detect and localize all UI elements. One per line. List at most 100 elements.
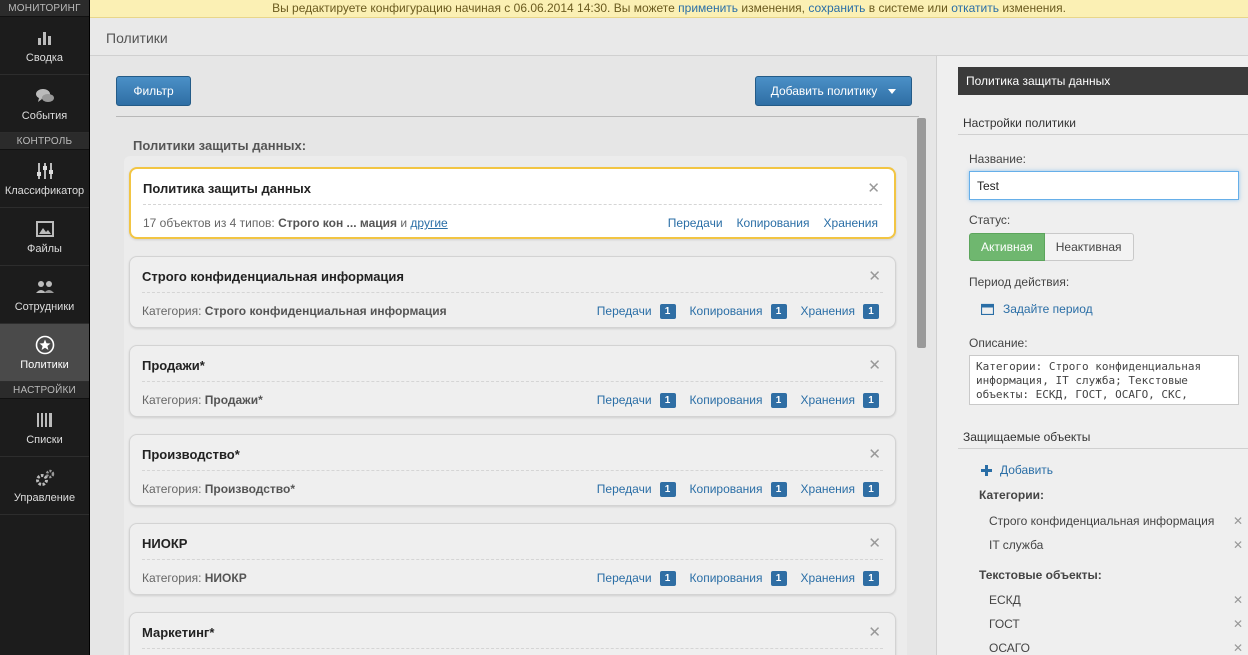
users-icon (35, 277, 55, 297)
name-label: Название: (969, 152, 1026, 166)
text-objects-group-title: Текстовые объекты: (979, 568, 1102, 582)
caret-down-icon (888, 88, 897, 94)
remove-icon[interactable]: ✕ (1233, 641, 1243, 655)
close-icon[interactable]: ✕ (867, 179, 880, 197)
policy-card[interactable]: Маркетинг* ✕ (129, 612, 896, 655)
add-object-button[interactable]: Добавить (981, 463, 1053, 477)
object-label: Строго конфиденциальная информация (989, 514, 1215, 528)
storage-link[interactable]: Хранения (801, 393, 855, 408)
object-item: ОСАГО ✕ (989, 641, 1243, 655)
sidebar-item-classifier[interactable]: Классификатор (0, 150, 89, 208)
sidebar-item-files[interactable]: Файлы (0, 208, 89, 266)
transfers-link[interactable]: Передачи (597, 482, 652, 497)
policy-card[interactable]: Политика защиты данных ✕ 17 объектов из … (129, 167, 896, 239)
status-active-button[interactable]: Активная (969, 233, 1045, 261)
others-link[interactable]: другие (410, 216, 447, 230)
divider (116, 116, 919, 117)
sidebar-item-events[interactable]: События (0, 75, 89, 133)
policy-category: Категория: Строго конфиденциальная инфор… (142, 304, 447, 318)
close-icon[interactable]: ✕ (868, 267, 881, 285)
close-icon[interactable]: ✕ (868, 356, 881, 374)
transfers-link[interactable]: Передачи (668, 216, 723, 230)
scrollbar[interactable] (917, 118, 926, 348)
transfers-link[interactable]: Передачи (597, 304, 652, 319)
filter-button[interactable]: Фильтр (116, 76, 191, 106)
divider (142, 648, 883, 649)
sidebar-item-policies[interactable]: Политики (0, 324, 89, 382)
image-file-icon (35, 219, 55, 239)
apply-changes-link[interactable]: применить (678, 1, 738, 15)
set-period-link[interactable]: Задайте период (981, 302, 1093, 316)
policies-list-title: Политики защиты данных: (133, 138, 307, 153)
close-icon[interactable]: ✕ (868, 445, 881, 463)
remove-icon[interactable]: ✕ (1233, 538, 1243, 552)
banner-text: изменения. (998, 1, 1066, 15)
storage-link[interactable]: Хранения (801, 482, 855, 497)
object-item: ГОСТ ✕ (989, 617, 1243, 631)
sidebar: МОНИТОРИНГ Сводка События КОНТРОЛЬ Класс… (0, 0, 90, 655)
sidebar-item-management[interactable]: Управление (0, 457, 89, 515)
storage-link[interactable]: Хранения (801, 304, 855, 319)
copies-link[interactable]: Копирования (690, 393, 763, 408)
summary-text: и (397, 216, 411, 230)
sidebar-item-label: Сотрудники (14, 300, 75, 313)
page-header: Политики (90, 18, 1248, 56)
policy-rule-links: Передачи 1 Копирования 1 Хранения 1 (597, 571, 879, 586)
close-icon[interactable]: ✕ (868, 623, 881, 641)
rollback-changes-link[interactable]: откатить (951, 1, 999, 15)
count-badge: 1 (770, 482, 787, 497)
categories-group-title: Категории: (979, 488, 1044, 502)
sidebar-item-lists[interactable]: Списки (0, 399, 89, 457)
storage-link[interactable]: Хранения (801, 571, 855, 586)
storage-link[interactable]: Хранения (824, 216, 878, 230)
sidebar-item-employees[interactable]: Сотрудники (0, 266, 89, 324)
sidebar-item-label: Политики (20, 358, 69, 371)
remove-icon[interactable]: ✕ (1233, 617, 1243, 631)
transfers-link[interactable]: Передачи (597, 393, 652, 408)
policy-name-input[interactable] (969, 171, 1239, 200)
save-changes-link[interactable]: сохранить (808, 1, 865, 15)
policy-card[interactable]: Продажи* ✕ Категория: Продажи* Передачи 1… (129, 345, 896, 417)
copies-link[interactable]: Копирования (690, 571, 763, 586)
copies-link[interactable]: Копирования (737, 216, 810, 230)
lists-icon (35, 410, 55, 430)
summary-text: 17 объектов из 4 типов: (143, 216, 279, 230)
category-label: Категория: (142, 393, 205, 407)
remove-icon[interactable]: ✕ (1233, 593, 1243, 607)
chat-bubbles-icon (35, 86, 55, 106)
policy-category: Категория: Производство* (142, 482, 295, 496)
count-badge: 1 (863, 571, 879, 586)
policies-main: Фильтр Добавить политику Политики защиты… (90, 56, 936, 655)
description-label: Описание: (969, 336, 1028, 350)
remove-icon[interactable]: ✕ (1233, 514, 1243, 528)
copies-link[interactable]: Копирования (690, 304, 763, 319)
copies-link[interactable]: Копирования (690, 482, 763, 497)
policy-card[interactable]: Строго конфиденциальная информация ✕ Кат… (129, 256, 896, 328)
status-inactive-button[interactable]: Неактивная (1044, 233, 1134, 261)
sidebar-item-label: Сводка (25, 51, 64, 64)
close-icon[interactable]: ✕ (868, 534, 881, 552)
count-badge: 1 (770, 304, 787, 319)
summary-categories: Строго кон ... мация (278, 216, 398, 230)
description-textarea[interactable]: Категории: Строго конфиденциальная инфор… (969, 355, 1239, 405)
calendar-icon (981, 303, 994, 315)
banner-text: в системе или (865, 1, 952, 15)
sidebar-item-label: Управление (13, 491, 76, 504)
protected-objects-title: Защищаемые объекты (963, 430, 1091, 444)
section-control-label: КОНТРОЛЬ (0, 133, 89, 150)
sidebar-item-label: Классификатор (4, 184, 85, 197)
count-badge: 1 (659, 304, 676, 319)
panel-header: Политика защиты данных (958, 67, 1248, 95)
object-label: ОСАГО (989, 641, 1030, 655)
policy-card[interactable]: НИОКР ✕ Категория: НИОКР Передачи 1 Копир… (129, 523, 896, 595)
object-item: Строго конфиденциальная информация ✕ (989, 514, 1243, 528)
sidebar-item-summary[interactable]: Сводка (0, 17, 89, 75)
policy-card[interactable]: Производство* ✕ Категория: Производство*… (129, 434, 896, 506)
policy-rule-links: Передачи 1 Копирования 1 Хранения 1 (597, 393, 879, 408)
divider (142, 381, 883, 382)
add-policy-button[interactable]: Добавить политику (755, 76, 912, 106)
object-label: ЕСКД (989, 593, 1021, 607)
divider (142, 559, 883, 560)
status-label: Статус: (969, 213, 1011, 227)
transfers-link[interactable]: Передачи (597, 571, 652, 586)
